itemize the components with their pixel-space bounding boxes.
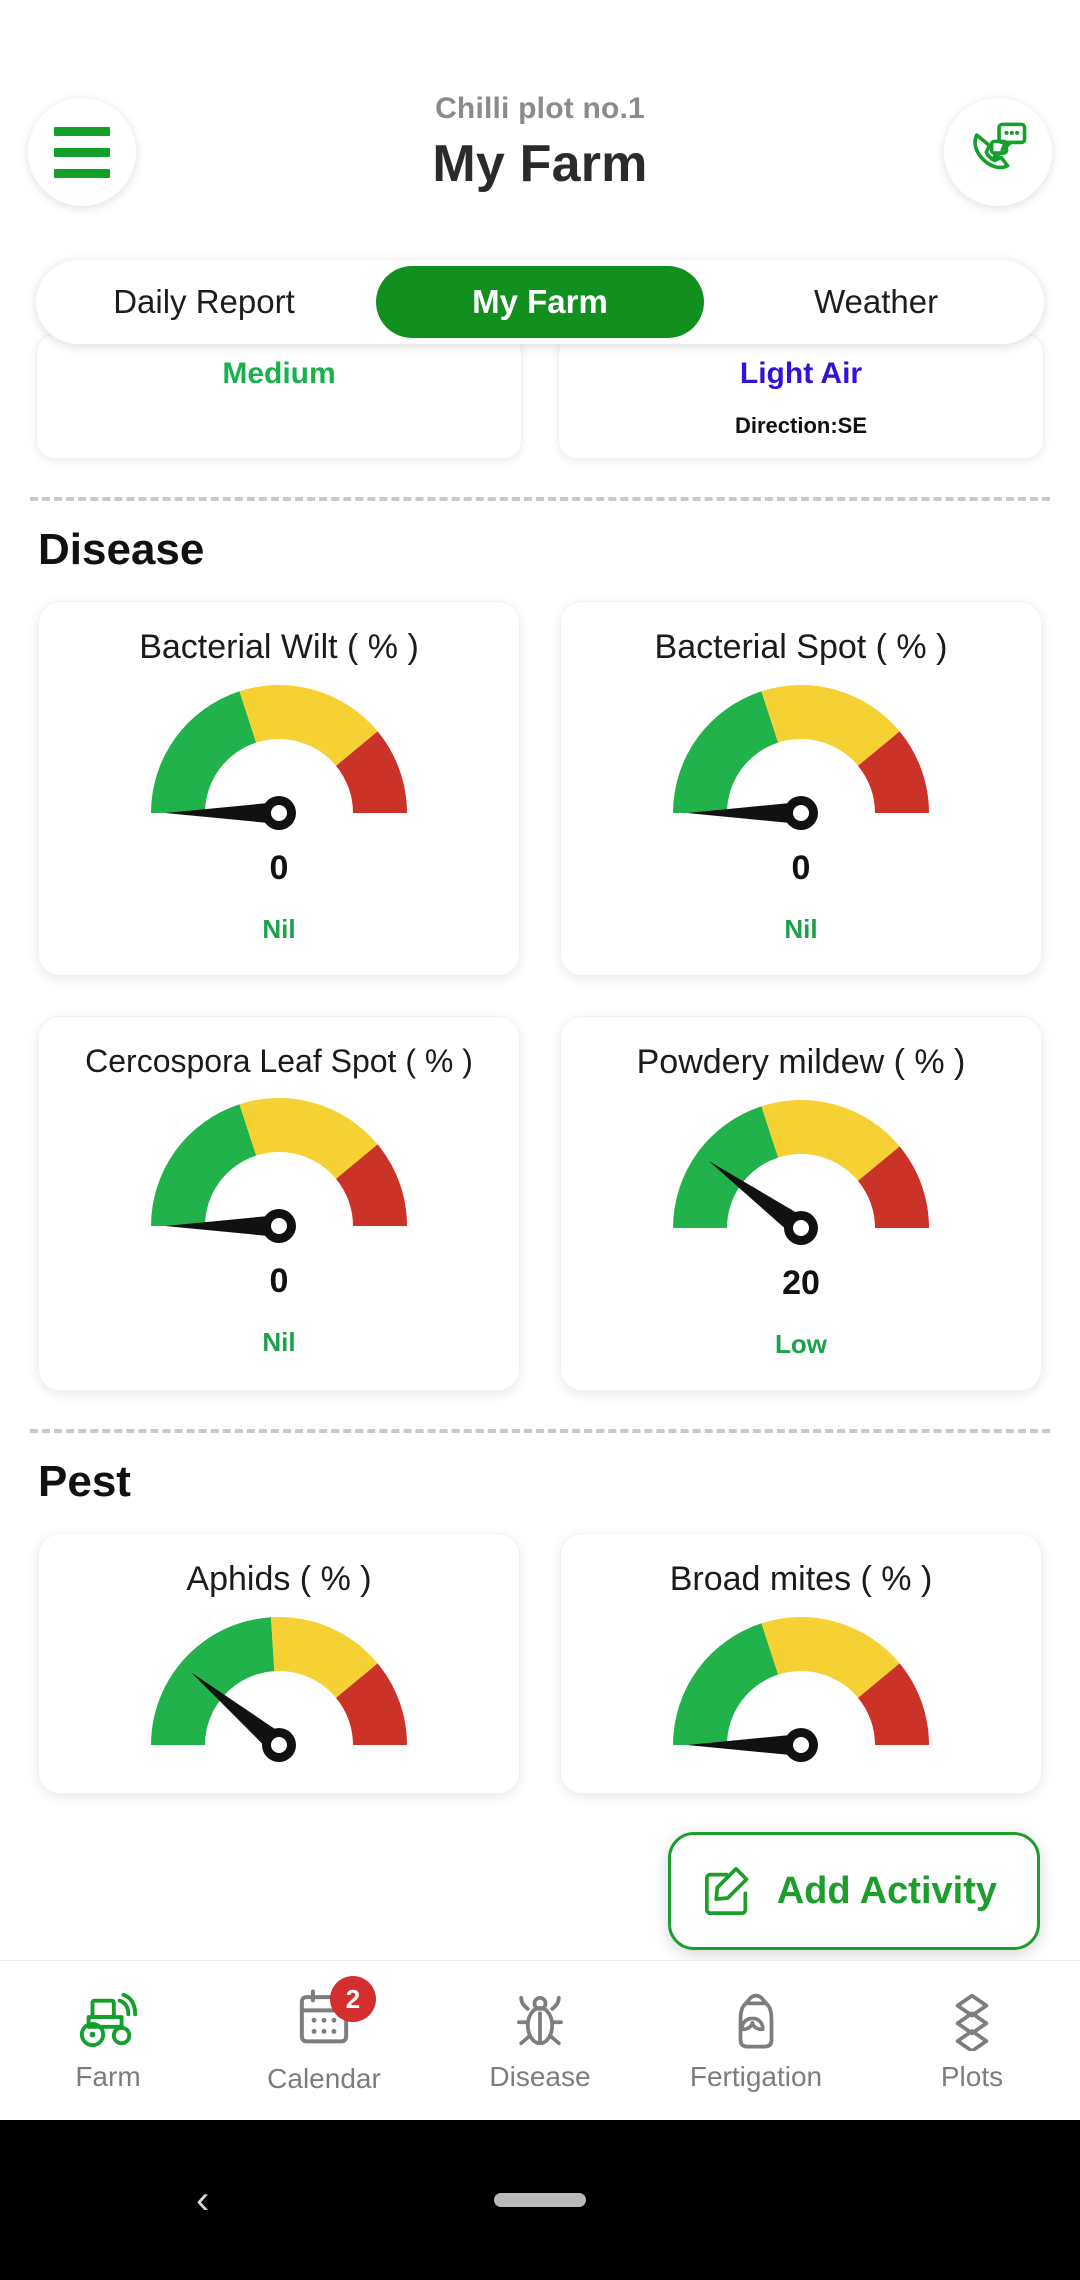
back-chevron-icon[interactable]: ‹ bbox=[196, 2178, 209, 2223]
header-titles: Chilli plot no.1 My Farm bbox=[0, 92, 1080, 194]
nav-item-farm[interactable]: Farm bbox=[0, 1989, 216, 2093]
gauge-card[interactable]: Powdery mildew ( % ) 20 Low bbox=[560, 1016, 1042, 1391]
gauge-card[interactable]: Bacterial Spot ( % ) 0 Nil bbox=[560, 601, 1042, 976]
layers-icon bbox=[955, 1993, 989, 2051]
weather-value: Light Air bbox=[739, 357, 863, 390]
gauge-chart bbox=[144, 1094, 414, 1244]
gauge-card[interactable]: Bacterial Wilt ( % ) 0 Nil bbox=[38, 601, 520, 976]
nav-label: Farm bbox=[75, 2060, 141, 2092]
gauge-value: 0 bbox=[791, 849, 811, 887]
system-navigation-bar: ‹ bbox=[0, 2120, 1080, 2280]
gauge-status: Nil bbox=[784, 914, 818, 944]
section-title-disease: Disease bbox=[38, 525, 205, 574]
tab-my-farm[interactable]: My Farm bbox=[376, 266, 704, 338]
calendar-badge: 2 bbox=[330, 1976, 376, 2022]
gauge-chart bbox=[666, 1096, 936, 1246]
nav-label: Calendar bbox=[267, 2063, 381, 2094]
primary-tabbar[interactable]: Daily Report My Farm Weather bbox=[36, 260, 1044, 344]
home-pill[interactable] bbox=[494, 2193, 586, 2207]
gauge-title: Cercospora Leaf Spot ( % ) bbox=[85, 1043, 473, 1079]
nav-item-fertigation[interactable]: Fertigation bbox=[648, 1989, 864, 2093]
nav-item-plots[interactable]: Plots bbox=[864, 1989, 1080, 2093]
weather-card-soil-moisture[interactable]: Medium bbox=[36, 334, 522, 459]
gauge-card[interactable]: Aphids ( % ) bbox=[38, 1533, 520, 1794]
gauge-card[interactable]: Broad mites ( % ) bbox=[560, 1533, 1042, 1794]
gauge-chart bbox=[144, 681, 414, 831]
add-activity-button[interactable]: Add Activity bbox=[667, 1832, 1040, 1950]
app-root: Chilli plot no.1 My Farm Daily Report My… bbox=[0, 0, 1080, 2280]
tab-weather[interactable]: Weather bbox=[712, 266, 1040, 338]
edit-pencil-icon bbox=[704, 1866, 749, 1916]
gauge-chart bbox=[144, 1613, 414, 1763]
nav-item-disease[interactable]: Disease bbox=[432, 1989, 648, 2093]
add-activity-label: Add Activity bbox=[776, 1869, 997, 1912]
gauge-status: Low bbox=[775, 1329, 827, 1359]
tab-daily-report[interactable]: Daily Report bbox=[40, 266, 368, 338]
gauge-title: Broad mites ( % ) bbox=[669, 1560, 933, 1598]
app-header: Chilli plot no.1 My Farm bbox=[0, 0, 1080, 206]
gauge-chart bbox=[666, 1613, 936, 1763]
nav-item-calendar[interactable]: 2 Calendar bbox=[216, 1976, 432, 2095]
disease-card-grid: Bacterial Wilt ( % ) 0 Nil Bacterial Spo… bbox=[0, 575, 1080, 1391]
gauge-value: 0 bbox=[269, 1262, 289, 1300]
pest-card-grid: Aphids ( % ) Broad mites ( % ) bbox=[0, 1507, 1080, 1794]
nav-label: Plots bbox=[940, 2060, 1004, 2092]
gauge-status: Nil bbox=[262, 914, 296, 944]
plot-subtitle: Chilli plot no.1 bbox=[435, 92, 645, 125]
tractor-icon bbox=[79, 1992, 138, 2047]
gauge-status: Nil bbox=[262, 1327, 296, 1357]
gauge-title: Bacterial Spot ( % ) bbox=[654, 628, 948, 666]
fertilizer-bag-icon bbox=[738, 1993, 774, 2048]
bottom-navigation[interactable]: Farm 2 Calendar Disease Fertigation Plot… bbox=[0, 1960, 1080, 2120]
wind-direction-label: Direction:SE bbox=[734, 413, 868, 438]
gauge-chart bbox=[666, 681, 936, 831]
scroll-content[interactable]: Medium Light Air Direction:SE Disease Ba… bbox=[0, 334, 1080, 1960]
weather-card-wind[interactable]: Light Air Direction:SE bbox=[558, 334, 1044, 459]
nav-label: Fertigation bbox=[689, 2060, 823, 2092]
weather-summary-row: Medium Light Air Direction:SE bbox=[0, 334, 1080, 459]
support-call-button[interactable] bbox=[944, 98, 1052, 206]
phone-chat-support-icon bbox=[973, 122, 1027, 170]
gauge-card[interactable]: Cercospora Leaf Spot ( % ) 0 Nil bbox=[38, 1016, 520, 1391]
gauge-value: 20 bbox=[782, 1264, 820, 1302]
section-title-pest: Pest bbox=[38, 1457, 131, 1506]
bug-icon bbox=[517, 1995, 563, 2045]
nav-label: Disease bbox=[489, 2060, 591, 2092]
page-title: My Farm bbox=[432, 135, 648, 193]
gauge-title: Powdery mildew ( % ) bbox=[636, 1043, 966, 1081]
gauge-title: Bacterial Wilt ( % ) bbox=[139, 628, 419, 666]
gauge-title: Aphids ( % ) bbox=[186, 1560, 372, 1598]
weather-value: Medium bbox=[222, 357, 336, 390]
gauge-value: 0 bbox=[269, 849, 289, 887]
